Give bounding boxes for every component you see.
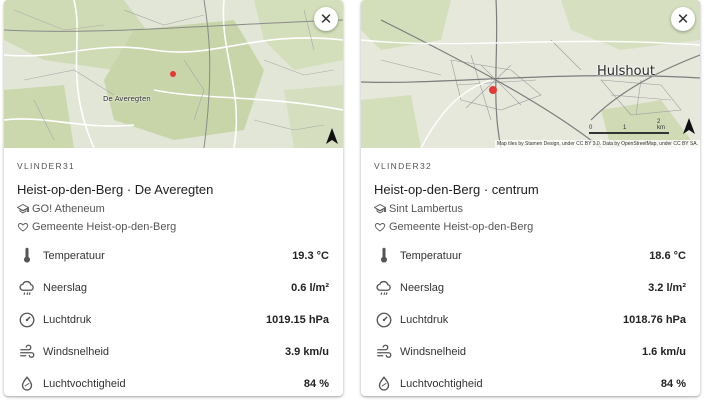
measurement-label: Luchtvochtigheid bbox=[400, 378, 483, 390]
school-row: Sint Lambertus bbox=[374, 202, 688, 216]
station-code: VLINDER31 bbox=[17, 161, 75, 171]
north-arrow-icon bbox=[326, 128, 338, 144]
measurement-label: Temperatuur bbox=[43, 250, 105, 262]
graduation-cap-icon bbox=[374, 203, 386, 214]
school-name: GO! Atheneum bbox=[32, 203, 105, 215]
measurement-value: 1.6 km/u bbox=[641, 346, 686, 358]
municipality-name: Gemeente Heist-op-den-Berg bbox=[32, 221, 177, 233]
thermometer-icon bbox=[24, 247, 30, 263]
measurement-label: Temperatuur bbox=[400, 250, 462, 262]
rain-cloud-icon bbox=[19, 280, 34, 295]
close-button[interactable]: ✕ bbox=[671, 7, 695, 31]
droplet-icon bbox=[21, 376, 33, 391]
measurement-temperature: Temperatuur 18.6 °C bbox=[374, 240, 688, 272]
measurement-label: Windsnelheid bbox=[43, 346, 110, 358]
heart-icon bbox=[17, 223, 29, 232]
wind-icon bbox=[20, 344, 35, 358]
measurement-value: 0.6 l/m² bbox=[291, 282, 329, 294]
municipality-name: Gemeente Heist-op-den-Berg bbox=[389, 221, 534, 233]
north-arrow-icon bbox=[683, 118, 695, 134]
measurement-value: 84 % bbox=[303, 378, 329, 390]
gauge-icon bbox=[376, 312, 392, 328]
scale-bar: 0 1 2 km bbox=[589, 119, 669, 134]
close-button[interactable]: ✕ bbox=[314, 7, 338, 31]
measurement-label: Neerslag bbox=[400, 282, 445, 294]
measurement-value: 1018.76 hPa bbox=[623, 314, 686, 326]
scale-tick: 0 bbox=[589, 125, 593, 131]
station-card[interactable]: De Averegten ✕ VLINDER31 Heist-op-den-Be… bbox=[4, 0, 343, 396]
measurement-humidity: Luchtvochtigheid 84 % bbox=[17, 368, 331, 396]
scale-tick: 2 km bbox=[657, 119, 665, 131]
gauge-icon bbox=[19, 312, 35, 328]
measurement-label: Luchtdruk bbox=[43, 314, 92, 326]
measurement-label: Luchtdruk bbox=[400, 314, 449, 326]
map-attribution[interactable]: Map tiles by Stamen Design, under CC BY … bbox=[494, 140, 700, 148]
graduation-cap-icon bbox=[17, 203, 29, 214]
station-map[interactable]: De Averegten ✕ bbox=[4, 0, 343, 148]
droplet-icon bbox=[378, 376, 390, 391]
station-title: Heist-op-den-Berg · centrum bbox=[374, 182, 539, 197]
municipality-row: Gemeente Heist-op-den-Berg bbox=[17, 220, 331, 234]
station-code: VLINDER32 bbox=[374, 161, 432, 171]
rain-cloud-icon bbox=[376, 280, 391, 295]
measurement-list: Temperatuur 18.6 °C Neerslag 3.2 l/m² Lu… bbox=[374, 240, 688, 396]
measurement-value: 19.3 °C bbox=[292, 250, 329, 262]
station-card[interactable]: Hulshout 0 1 2 km Map tiles by Stamen De… bbox=[361, 0, 700, 396]
map-place-label: Hulshout bbox=[597, 64, 655, 79]
measurement-label: Neerslag bbox=[43, 282, 88, 294]
measurement-label: Windsnelheid bbox=[400, 346, 467, 358]
measurement-pressure: Luchtdruk 1018.76 hPa bbox=[374, 304, 688, 336]
measurement-value: 1019.15 hPa bbox=[266, 314, 329, 326]
station-title: Heist-op-den-Berg · De Averegten bbox=[17, 182, 214, 197]
heart-icon bbox=[374, 223, 386, 232]
municipality-row: Gemeente Heist-op-den-Berg bbox=[374, 220, 688, 234]
station-marker[interactable] bbox=[489, 86, 497, 94]
measurement-value: 3.9 km/u bbox=[284, 346, 329, 358]
measurement-list: Temperatuur 19.3 °C Neerslag 0.6 l/m² Lu… bbox=[17, 240, 331, 396]
measurement-value: 3.2 l/m² bbox=[648, 282, 686, 294]
station-marker[interactable] bbox=[170, 71, 176, 77]
measurement-humidity: Luchtvochtigheid 84 % bbox=[374, 368, 688, 396]
measurement-pressure: Luchtdruk 1019.15 hPa bbox=[17, 304, 331, 336]
measurement-temperature: Temperatuur 19.3 °C bbox=[17, 240, 331, 272]
measurement-rain: Neerslag 0.6 l/m² bbox=[17, 272, 331, 304]
measurement-value: 18.6 °C bbox=[649, 250, 686, 262]
measurement-wind: Windsnelheid 3.9 km/u bbox=[17, 336, 331, 368]
school-name: Sint Lambertus bbox=[389, 203, 463, 215]
measurement-rain: Neerslag 3.2 l/m² bbox=[374, 272, 688, 304]
measurement-value: 84 % bbox=[660, 378, 686, 390]
thermometer-icon bbox=[381, 247, 387, 263]
school-row: GO! Atheneum bbox=[17, 202, 331, 216]
map-place-label: De Averegten bbox=[103, 95, 151, 103]
measurement-wind: Windsnelheid 1.6 km/u bbox=[374, 336, 688, 368]
measurement-label: Luchtvochtigheid bbox=[43, 378, 126, 390]
wind-icon bbox=[377, 344, 392, 358]
scale-tick: 1 bbox=[623, 125, 627, 131]
station-map[interactable]: Hulshout 0 1 2 km Map tiles by Stamen De… bbox=[361, 0, 700, 148]
